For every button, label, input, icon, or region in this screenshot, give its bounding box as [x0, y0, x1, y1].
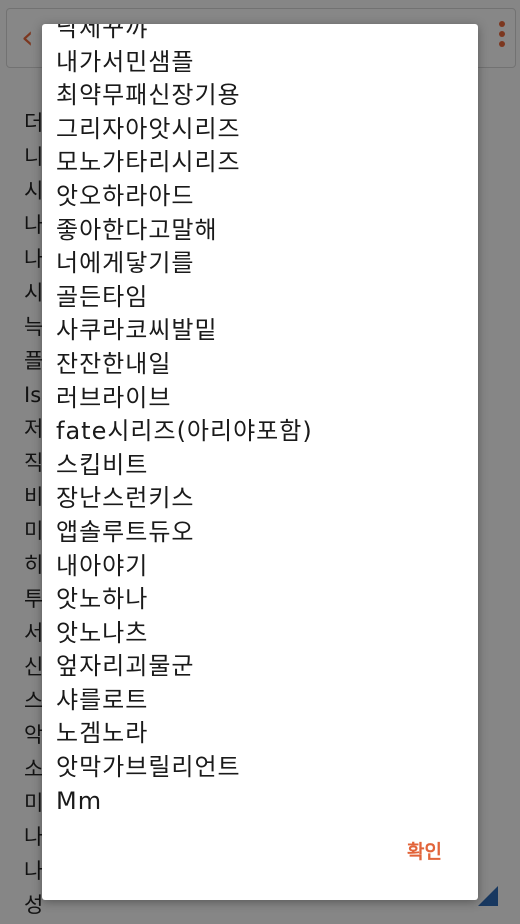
list-item: 앗오하라아드 — [56, 181, 195, 210]
list-item: 내아야기 — [56, 551, 149, 580]
list-item: 내가서민샘플 — [56, 47, 195, 76]
list-dialog: 낙제꾸꺄내가서민샘플최약무패신장기용그리자아앗시리즈모노가타리시리즈앗오하라아드… — [42, 24, 478, 900]
list-item: 앱솔루트듀오 — [56, 517, 195, 546]
list-item: 그리자아앗시리즈 — [56, 114, 241, 143]
list-item: 최약무패신장기용 — [56, 81, 241, 110]
list-item: 앗노하나 — [56, 585, 149, 614]
list-item: 엎자리괴물군 — [56, 652, 195, 681]
dialog-list-viewport[interactable]: 낙제꾸꺄내가서민샘플최약무패신장기용그리자아앗시리즈모노가타리시리즈앗오하라아드… — [42, 24, 478, 830]
list-item: 낙제꾸꺄 — [56, 24, 149, 42]
list-item: 너에게닿기를 — [56, 249, 195, 278]
list-item: 사쿠라코씨발밑 — [56, 316, 218, 345]
list-item: 좋아한다고말해 — [56, 215, 218, 244]
list-item: 앗노나츠 — [56, 618, 149, 647]
list-item: 모노가타리시리즈 — [56, 148, 241, 177]
list-item: 잔잔한내일 — [56, 349, 172, 378]
list-item: 장난스런키스 — [56, 484, 195, 513]
list-item: Mm — [56, 786, 103, 815]
list-item: 노겜노라 — [56, 719, 149, 748]
dialog-list: 낙제꾸꺄내가서민샘플최약무패신장기용그리자아앗시리즈모노가타리시리즈앗오하라아드… — [56, 24, 313, 818]
list-item: 골든타임 — [56, 282, 149, 311]
list-item: 샤를로트 — [56, 685, 149, 714]
list-item: 스킵비트 — [56, 450, 149, 479]
confirm-button[interactable]: 확인 — [407, 837, 442, 864]
list-item: fate시리즈(아리야포함) — [56, 417, 313, 446]
list-item: 앗막가브릴리언트 — [56, 753, 241, 782]
list-item: 러브라이브 — [56, 383, 172, 412]
